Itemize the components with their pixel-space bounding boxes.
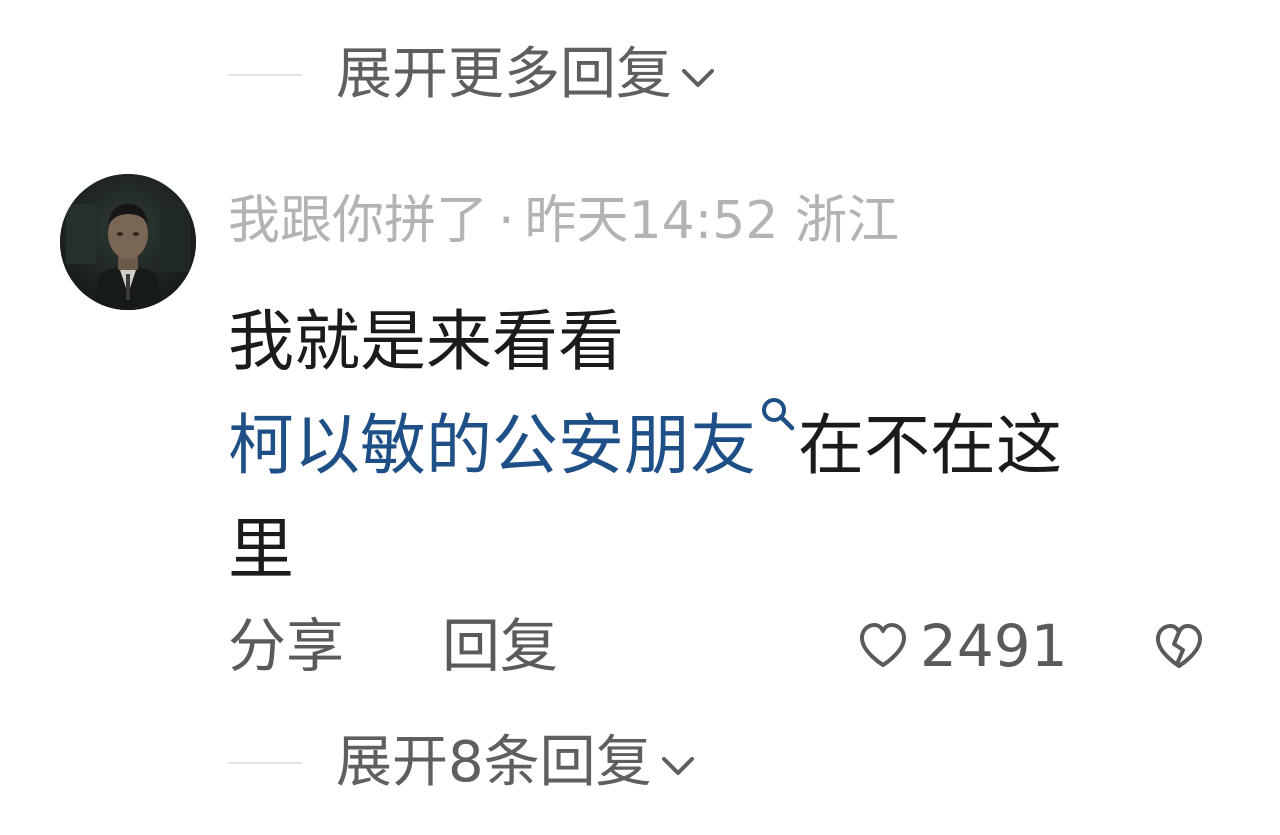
meta-separator: · bbox=[498, 191, 515, 251]
divider-line bbox=[228, 762, 302, 764]
avatar[interactable] bbox=[60, 174, 196, 310]
comment-text-line3: 里 bbox=[228, 511, 294, 588]
expand-8-replies[interactable]: 展开8条回复 bbox=[228, 728, 700, 798]
comment-text-line2: 柯以敏的公安朋友 在不在这 bbox=[228, 394, 1188, 498]
expand-8-replies-label: 展开8条回复 bbox=[336, 730, 652, 795]
divider-line bbox=[228, 74, 302, 76]
comment-meta: 我跟你拼了 · 昨天14:52 浙江 bbox=[228, 186, 899, 256]
chevron-down-icon bbox=[682, 69, 714, 87]
timestamp: 昨天14:52 bbox=[524, 191, 779, 251]
comment-actions: 分享 回复 2491 bbox=[0, 608, 1280, 684]
dislike-button[interactable] bbox=[1152, 616, 1206, 692]
comment-text-after-link: 在不在这 bbox=[798, 407, 1062, 484]
like-button[interactable]: 2491 bbox=[856, 608, 1068, 684]
comment-body: 我就是来看看 柯以敏的公安朋友 在不在这 里 bbox=[228, 290, 1188, 602]
expand-more-replies[interactable]: 展开更多回复 bbox=[228, 40, 720, 110]
comment-thread: 展开更多回复 我跟你拼了 · 昨天14:52 浙江 我就是来看看 柯以敏的公安朋… bbox=[0, 0, 1280, 835]
search-link[interactable]: 柯以敏的公安朋友 bbox=[228, 407, 756, 484]
chevron-down-icon bbox=[661, 757, 694, 775]
like-count: 2491 bbox=[920, 612, 1068, 680]
location: 浙江 bbox=[794, 191, 899, 251]
expand-more-replies-label: 展开更多回复 bbox=[336, 42, 672, 107]
heart-icon bbox=[860, 623, 906, 667]
reply-button[interactable]: 回复 bbox=[442, 608, 558, 684]
username[interactable]: 我跟你拼了 bbox=[228, 191, 488, 251]
search-icon[interactable] bbox=[758, 394, 798, 434]
broken-heart-icon bbox=[1156, 624, 1202, 668]
share-button[interactable]: 分享 bbox=[228, 608, 344, 684]
comment-text-line1: 我就是来看看 bbox=[228, 303, 624, 380]
avatar-image bbox=[60, 174, 196, 310]
